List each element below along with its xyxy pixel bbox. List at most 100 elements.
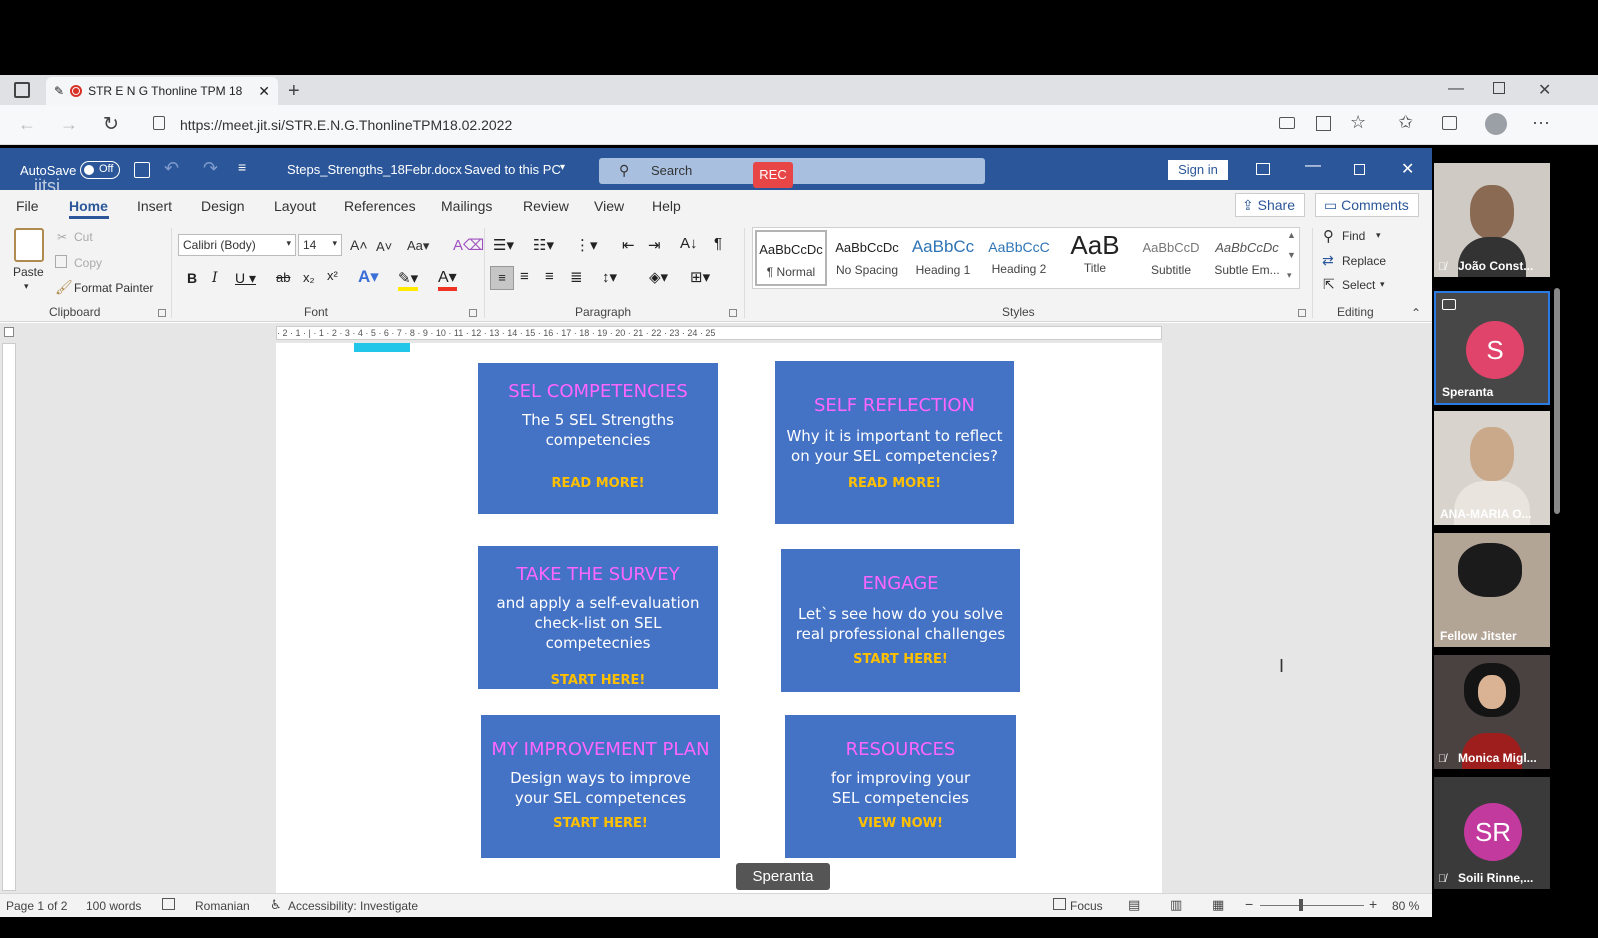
forward-icon[interactable]: →: [60, 114, 78, 135]
align-center-icon[interactable]: ≡: [520, 268, 529, 285]
card-link[interactable]: READ MORE!: [478, 476, 718, 491]
undo-icon[interactable]: ↶: [164, 158, 179, 179]
borders-icon[interactable]: ⊞▾: [690, 268, 710, 286]
line-spacing-icon[interactable]: ↕▾: [602, 268, 617, 286]
card-link[interactable]: READ MORE!: [775, 476, 1014, 491]
style-no-spacing[interactable]: AaBbCcDc No Spacing: [831, 230, 903, 286]
participant-tile-active[interactable]: S Speranta: [1434, 291, 1550, 405]
print-layout-icon[interactable]: ▥: [1170, 897, 1182, 913]
format-painter-button[interactable]: Format Painter: [74, 281, 153, 295]
subscript-icon[interactable]: x₂: [303, 270, 315, 285]
style-subtitle[interactable]: AaBbCcD Subtitle: [1135, 230, 1207, 286]
participant-tile[interactable]: SR 🎙̸ Soili Rinne,...: [1434, 777, 1550, 889]
participant-tile[interactable]: 🎙̸ João Const...: [1434, 163, 1550, 277]
find-button[interactable]: Find: [1342, 229, 1365, 243]
bullets-icon[interactable]: ☰▾: [493, 236, 514, 254]
tab-selector-icon[interactable]: [4, 327, 14, 337]
shrink-font-icon[interactable]: A˅: [376, 239, 392, 254]
highlight-icon[interactable]: ✎▾: [398, 269, 419, 291]
style-heading-1[interactable]: AaBbCc Heading 1: [907, 230, 979, 286]
sign-in-button[interactable]: Sign in: [1168, 160, 1228, 180]
favorite-add-icon[interactable]: ☆: [1350, 112, 1366, 133]
text-effects-icon[interactable]: A▾: [358, 267, 379, 287]
new-tab-icon[interactable]: +: [288, 80, 300, 103]
grow-font-icon[interactable]: A˄: [350, 237, 368, 253]
card-sel-competencies[interactable]: SEL COMPETENCIES The 5 SEL Strengths com…: [478, 363, 718, 514]
save-status-chevron-icon[interactable]: ▾: [560, 162, 565, 173]
align-right-icon[interactable]: ≡: [545, 268, 554, 285]
zoom-out-icon[interactable]: −: [1245, 896, 1253, 912]
show-formatting-icon[interactable]: ¶: [714, 235, 722, 252]
paste-icon[interactable]: [14, 228, 44, 262]
replace-button[interactable]: Replace: [1342, 254, 1386, 268]
tab-help[interactable]: Help: [652, 198, 681, 214]
select-button[interactable]: Select: [1342, 278, 1375, 292]
more-menu-icon[interactable]: ···: [1532, 112, 1550, 133]
increase-indent-icon[interactable]: ⇥: [648, 236, 661, 254]
card-self-reflection[interactable]: SELF REFLECTION Why it is important to r…: [775, 361, 1014, 524]
align-left-icon[interactable]: ≡: [490, 266, 514, 290]
strikethrough-icon[interactable]: ab: [276, 270, 290, 285]
lock-icon[interactable]: [153, 116, 165, 130]
styles-more-icon[interactable]: ▾: [1287, 270, 1292, 281]
focus-mode-button[interactable]: Focus: [1070, 899, 1103, 913]
card-engage[interactable]: ENGAGE Let`s see how do you solve real p…: [781, 549, 1020, 692]
camera-icon[interactable]: [1279, 117, 1295, 129]
document-filename[interactable]: Steps_Strengths_18Febr.docx: [287, 162, 462, 177]
font-size-select[interactable]: 14 ▾: [298, 234, 342, 256]
card-take-the-survey[interactable]: TAKE THE SURVEY and apply a self-evaluat…: [478, 546, 718, 689]
tab-review[interactable]: Review: [523, 198, 569, 214]
paste-label[interactable]: Paste: [13, 265, 44, 279]
tab-design[interactable]: Design: [201, 198, 245, 214]
page-count[interactable]: Page 1 of 2: [6, 899, 67, 913]
participant-tile[interactable]: Fellow Jitster: [1434, 533, 1550, 647]
restore-window-icon[interactable]: [1493, 82, 1505, 94]
superscript-icon[interactable]: x²: [327, 268, 338, 283]
web-layout-icon[interactable]: ▦: [1212, 897, 1224, 913]
refresh-icon[interactable]: ↻: [103, 113, 119, 136]
card-link[interactable]: VIEW NOW!: [785, 816, 1016, 831]
bold-icon[interactable]: B: [187, 270, 197, 286]
tab-actions-icon[interactable]: [14, 82, 30, 98]
clear-formatting-icon[interactable]: A⌫: [453, 236, 484, 254]
card-resources[interactable]: RESOURCES for improving your SEL compete…: [785, 715, 1016, 858]
participant-tile[interactable]: 🎙̸ Monica Migl...: [1434, 655, 1550, 769]
vertical-ruler[interactable]: [2, 343, 16, 891]
tab-layout[interactable]: Layout: [274, 198, 316, 214]
ribbon-display-icon[interactable]: [1256, 163, 1270, 175]
decrease-indent-icon[interactable]: ⇤: [622, 236, 635, 254]
accessibility-status[interactable]: Accessibility: Investigate: [288, 899, 418, 913]
sort-icon[interactable]: A↓: [680, 235, 698, 252]
font-name-select[interactable]: Calibri (Body) ▾: [178, 234, 296, 256]
paste-chevron-icon[interactable]: ▾: [24, 281, 29, 292]
styles-scroll-down-icon[interactable]: ▼: [1287, 250, 1296, 260]
find-chevron-icon[interactable]: ▾: [1376, 230, 1381, 241]
tab-mailings[interactable]: Mailings: [441, 198, 492, 214]
cut-button[interactable]: Cut: [74, 230, 93, 244]
change-case-icon[interactable]: Aa▾: [407, 238, 429, 254]
customize-toolbar-icon[interactable]: ≡: [238, 159, 246, 175]
numbering-icon[interactable]: ☷▾: [533, 236, 554, 254]
styles-launcher-icon[interactable]: [1298, 309, 1306, 317]
collections-icon[interactable]: [1442, 116, 1457, 130]
card-link[interactable]: START HERE!: [478, 673, 718, 688]
tab-file[interactable]: File: [16, 198, 39, 214]
minimize-window-icon[interactable]: —: [1448, 80, 1464, 98]
shading-icon[interactable]: ◈▾: [649, 268, 668, 286]
language[interactable]: Romanian: [195, 899, 250, 913]
close-window-icon[interactable]: ✕: [1538, 80, 1551, 100]
select-chevron-icon[interactable]: ▾: [1380, 279, 1385, 290]
font-launcher-icon[interactable]: [469, 309, 477, 317]
apps-icon[interactable]: [1316, 116, 1331, 131]
favorites-icon[interactable]: ✩: [1398, 112, 1413, 133]
font-color-icon[interactable]: A▾: [438, 267, 457, 291]
comments-button[interactable]: ▭ Comments: [1315, 193, 1419, 217]
style-normal[interactable]: AaBbCcDc ¶ Normal: [755, 230, 827, 286]
tab-view[interactable]: View: [594, 198, 624, 214]
italic-icon[interactable]: I: [212, 270, 218, 286]
word-minimize-icon[interactable]: —: [1305, 157, 1321, 175]
save-status[interactable]: Saved to this PC: [464, 162, 561, 177]
word-restore-icon[interactable]: [1354, 164, 1365, 175]
underline-icon[interactable]: U ▾: [235, 270, 256, 287]
zoom-slider-track[interactable]: [1260, 905, 1364, 906]
